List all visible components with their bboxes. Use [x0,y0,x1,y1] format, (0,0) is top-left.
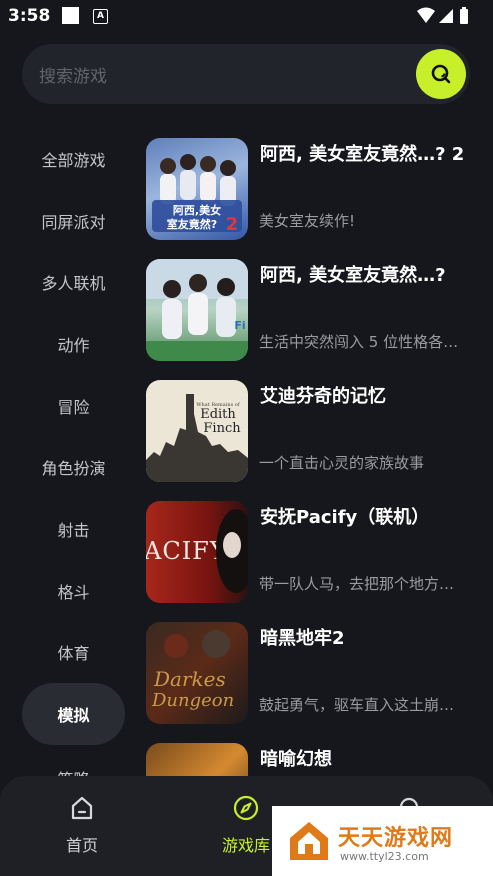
tab-home[interactable]: 首页 [22,776,142,876]
game-title: 暗黑地牢2 [260,628,345,649]
category-sidebar: 全部游戏 同屏派对 多人联机 动作 冒险 角色扮演 射击 格斗 体育 模拟 策略 [22,128,125,807]
game-thumbnail: ACIFY [146,501,248,603]
game-title: 艾迪芬奇的记忆 [260,386,386,407]
category-multiplayer[interactable]: 多人联机 [22,251,125,313]
game-description: 生活中突然闯入 5 位性格各… [259,333,459,351]
cover-art-image: What Remains of Edith Finch [146,394,248,482]
game-description: 美女室友续作! [259,212,356,230]
cover-art-image: Fi [146,259,248,361]
game-title: 安抚Pacify（联机） [260,507,430,528]
game-item[interactable]: What Remains of Edith Finch 艾迪芬奇的记忆 一个直击… [146,368,486,489]
tab-home-label: 首页 [65,836,98,855]
status-bar: 3:58 A [0,0,493,34]
svg-text:Edith: Edith [200,407,236,422]
search-input[interactable]: 搜索游戏 [39,62,107,87]
game-thumbnail: What Remains of Edith Finch [146,380,248,482]
game-thumbnail: Fi [146,259,248,361]
game-list: 阿西,美女 室友竟然? 2 阿西, 美女室友竟然…? 2 美女室友续作! Fi … [146,126,486,776]
watermark-logo-icon [290,822,328,860]
category-rpg[interactable]: 角色扮演 [22,436,125,498]
watermark-text: 天天游戏网 [338,826,454,851]
category-fighting[interactable]: 格斗 [22,560,125,622]
notification-square-icon [62,7,79,24]
game-title: 暗喻幻想 [260,749,332,770]
game-item[interactable]: 暗喻幻想 [146,731,486,776]
game-title: 阿西, 美女室友竟然…? [260,265,446,286]
svg-text:ACIFY: ACIFY [146,537,227,565]
game-thumbnail: 阿西,美女 室友竟然? 2 [146,138,248,240]
search-icon [431,64,451,84]
cover-art-image: ACIFY [146,509,248,593]
cover-art-image: Darkes Dungeon [151,630,234,711]
home-icon [71,796,93,820]
svg-text:Fi: Fi [234,319,245,332]
svg-text:2: 2 [226,214,239,235]
cover-art-image: 阿西,美女 室友竟然? 2 [152,154,242,235]
svg-text:室友竟然?: 室友竟然? [167,217,217,231]
game-item[interactable]: Darkes Dungeon 暗黑地牢2 鼓起勇气，驱车直入这土崩… [146,610,486,731]
svg-text:Dungeon: Dungeon [151,690,234,711]
game-item[interactable]: ACIFY 安抚Pacify（联机） 带一队人马，去把那个地方… [146,489,486,610]
svg-text:Finch: Finch [203,421,241,436]
watermark: 天天游戏网 www.ttyl23.com [272,806,493,876]
category-action[interactable]: 动作 [22,313,125,375]
game-item[interactable]: 阿西,美女 室友竟然? 2 阿西, 美女室友竟然…? 2 美女室友续作! [146,126,486,247]
search-button[interactable] [416,49,466,99]
category-all[interactable]: 全部游戏 [22,128,125,190]
game-description: 一个直击心灵的家族故事 [259,454,425,472]
game-thumbnail: Darkes Dungeon [146,622,248,724]
game-description: 带一队人马，去把那个地方… [259,575,455,593]
category-shooter[interactable]: 射击 [22,498,125,560]
compass-icon [233,795,259,821]
game-thumbnail [146,743,248,776]
search-bar[interactable]: 搜索游戏 [22,44,470,104]
svg-text:阿西,美女: 阿西,美女 [173,203,221,217]
category-simulation[interactable]: 模拟 [22,683,125,745]
watermark-url: www.ttyl23.com [340,850,429,863]
category-party[interactable]: 同屏派对 [22,190,125,252]
category-adventure[interactable]: 冒险 [22,375,125,437]
svg-text:Darkes: Darkes [153,667,226,691]
game-title: 阿西, 美女室友竟然…? 2 [260,144,465,165]
status-time: 3:58 [8,6,51,26]
category-sports[interactable]: 体育 [22,622,125,684]
game-item[interactable]: Fi 阿西, 美女室友竟然…? 生活中突然闯入 5 位性格各… [146,247,486,368]
notification-app-icon: A [93,9,108,24]
game-description: 鼓起勇气，驱车直入这土崩… [259,696,455,714]
signal-battery-icon [417,7,468,24]
